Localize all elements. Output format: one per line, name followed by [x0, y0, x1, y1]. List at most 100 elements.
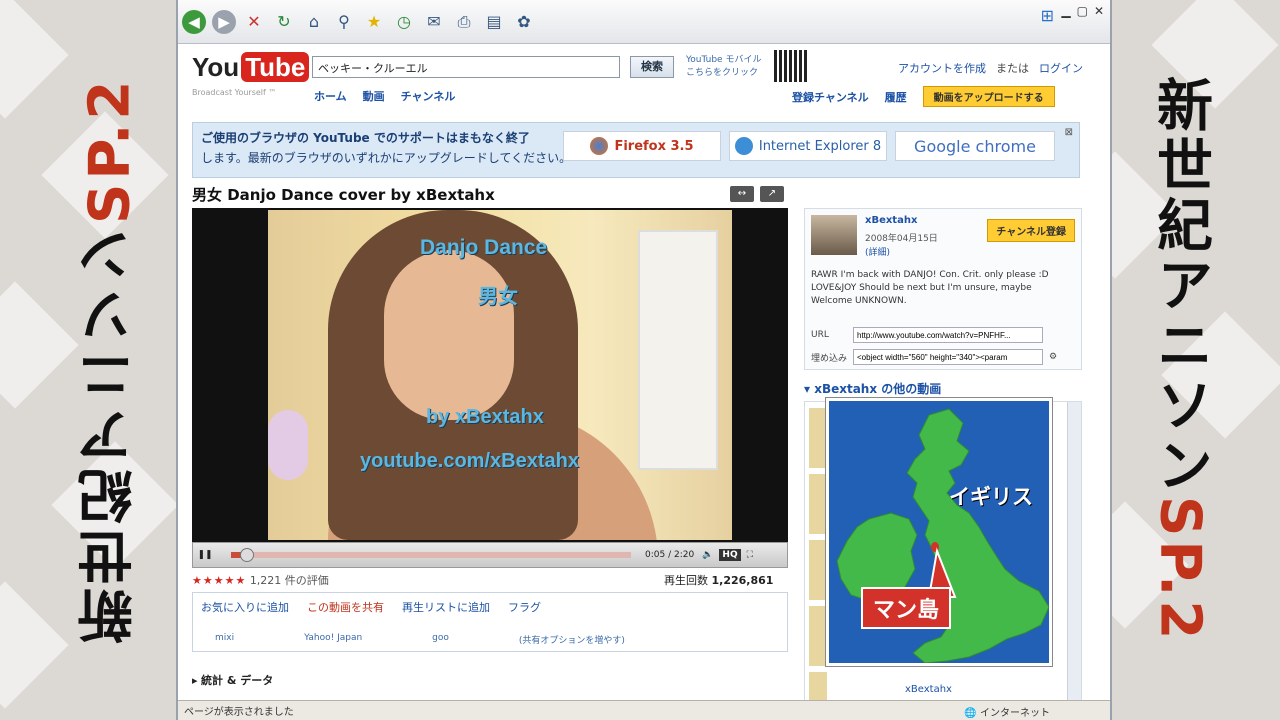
ie-button[interactable]: Internet Explorer 8 — [729, 131, 887, 161]
right-side-panel: 新世紀アニソン SP.2 — [1110, 0, 1280, 720]
volume-icon[interactable]: 🔈 — [702, 550, 713, 560]
status-text: ページが表示されました — [184, 707, 294, 718]
share-options: mixi Yahoo! Japan goo (共有オプションを増やす) — [193, 621, 787, 658]
channel-more-link[interactable]: (詳細) — [865, 245, 890, 258]
url-row: URL — [811, 327, 1043, 343]
search-icon[interactable]: ⚲ — [332, 10, 356, 34]
chrome-button[interactable]: Google chrome — [895, 131, 1055, 161]
add-favorite-tab[interactable]: お気に入りに追加 — [201, 599, 289, 615]
stop-icon[interactable]: ✕ — [242, 10, 266, 34]
subscribe-button[interactable]: チャンネル登録 — [987, 219, 1075, 242]
window-controls: ▁ ▢ ✕ — [1061, 4, 1104, 18]
banner-close-icon[interactable]: ⊠ — [1065, 127, 1073, 138]
video-thumbnail[interactable] — [809, 606, 827, 666]
popout-icon[interactable]: ↗ — [760, 186, 784, 202]
program-title-kanji: 新世紀アニソン — [1147, 76, 1213, 497]
edit-icon[interactable]: ▤ — [482, 10, 506, 34]
more-share-options[interactable]: (共有オプションを増やす) — [519, 633, 625, 646]
overlay-title: Danjo Dance — [420, 236, 548, 259]
progress-bar[interactable] — [231, 548, 631, 562]
messenger-icon[interactable]: ✿ — [512, 10, 536, 34]
windows-logo-icon: ⊞ — [1040, 6, 1054, 25]
embed-field[interactable] — [853, 349, 1043, 365]
firefox-label: Firefox 3.5 — [614, 138, 694, 154]
search-button[interactable]: 検索 — [630, 56, 674, 78]
fullscreen-icon[interactable]: ⛶ — [747, 550, 753, 560]
share-mixi[interactable]: mixi — [215, 633, 234, 646]
status-bar: ページが表示されました 🌐 インターネット — [178, 700, 1110, 720]
rating-stars-icon[interactable]: ★★★★★ — [192, 574, 246, 587]
stats-toggle[interactable]: ▸ 統計 & データ — [192, 672, 273, 688]
progress-knob[interactable] — [240, 548, 254, 562]
search-input[interactable]: ベッキー・クルーエル — [312, 56, 620, 78]
other-videos-header[interactable]: ▾ xBextahx の他の動画 — [804, 380, 1082, 397]
history-icon[interactable]: ◷ — [392, 10, 416, 34]
favorites-icon[interactable]: ★ — [362, 10, 386, 34]
video-thumbnail[interactable] — [809, 540, 827, 600]
list-item-author[interactable]: xBextahx — [905, 684, 952, 695]
rating-count: 1,221 件の評価 — [249, 574, 329, 587]
refresh-icon[interactable]: ↻ — [272, 10, 296, 34]
video-thumbnail[interactable] — [809, 408, 827, 468]
history-link[interactable]: 履歴 — [885, 89, 907, 105]
channel-name[interactable]: xBextahx — [865, 215, 917, 226]
player-controls: ❚❚ 0:05 / 2:20 🔈 HQ ⛶ — [192, 542, 788, 568]
video-thumbnail[interactable] — [809, 474, 827, 534]
banner-line1: ご使用のブラウザの YouTube でのサポートはまもなく終了 — [201, 131, 530, 145]
subscriptions-link[interactable]: 登録チャンネル — [792, 89, 869, 105]
overlay-author: by xBextahx — [426, 406, 544, 428]
upload-button[interactable]: 動画をアップロードする — [922, 86, 1055, 107]
nav-channels[interactable]: チャンネル — [401, 88, 456, 104]
hq-button[interactable]: HQ — [719, 549, 741, 561]
mobile-line2: こちらをクリック — [686, 68, 759, 78]
zone-text: インターネット — [980, 708, 1050, 719]
video-player[interactable]: Danjo Dance 男女 by xBextahx youtube.com/x… — [192, 208, 788, 542]
maximize-icon[interactable]: ▢ — [1077, 4, 1088, 18]
decor-diamond — [0, 581, 69, 709]
share-yahoo[interactable]: Yahoo! Japan — [304, 633, 362, 646]
login-link[interactable]: ログイン — [1039, 60, 1083, 76]
forward-icon[interactable]: ▶ — [212, 9, 236, 34]
youtube-logo[interactable]: You Tube — [192, 52, 310, 83]
decor-diamond — [0, 0, 69, 119]
share-goo[interactable]: goo — [432, 633, 449, 646]
list-scrollbar[interactable] — [1067, 402, 1081, 700]
browser-upgrade-banner: ご使用のブラウザの YouTube でのサポートはまもなく終了 します。最新のブ… — [192, 122, 1080, 178]
video-thumbnail[interactable] — [809, 672, 827, 700]
ie-icon — [734, 137, 753, 155]
overlay-kanji: 男女 — [478, 286, 518, 308]
pause-icon[interactable]: ❚❚ — [193, 550, 217, 560]
back-icon[interactable]: ◀ — [182, 9, 206, 34]
print-icon[interactable]: ⎙ — [452, 10, 476, 34]
nav-videos[interactable]: 動画 — [363, 88, 385, 104]
logo-you: You — [192, 52, 240, 82]
youtube-tagline: Broadcast Yourself ™ — [192, 88, 277, 97]
firefox-button[interactable]: Firefox 3.5 — [563, 131, 721, 161]
qr-code-icon — [774, 50, 808, 82]
program-title-sp: SP.2 — [77, 76, 143, 224]
minimize-icon[interactable]: ▁ — [1061, 4, 1070, 18]
left-side-panel: 新世紀アニソン SP.2 — [0, 0, 176, 720]
mobile-link[interactable]: YouTube モバイル こちらをクリック — [686, 54, 761, 80]
gear-icon[interactable]: ⚙ — [1049, 352, 1057, 362]
stats-label: 統計 & データ — [201, 674, 274, 687]
channel-avatar[interactable] — [811, 215, 857, 255]
banner-line2: します。最新のブラウザのいずれかにアップグレードしてください。 — [201, 151, 572, 165]
mail-icon[interactable]: ✉ — [422, 10, 446, 34]
close-window-icon[interactable]: ✕ — [1094, 4, 1104, 18]
share-tab[interactable]: この動画を共有 — [307, 599, 384, 615]
url-label: URL — [811, 330, 829, 340]
video-scene-door — [638, 230, 718, 470]
actions-tabs: お気に入りに追加 この動画を共有 再生リストに追加 フラグ — [193, 593, 787, 621]
home-icon[interactable]: ⌂ — [302, 10, 326, 34]
flag-tab[interactable]: フラグ — [508, 599, 541, 615]
overlay-url: youtube.com/xBextahx — [360, 450, 579, 472]
add-playlist-tab[interactable]: 再生リストに追加 — [402, 599, 490, 615]
url-field[interactable] — [853, 327, 1043, 343]
create-account-link[interactable]: アカウントを作成 — [898, 60, 986, 76]
ie-label: Internet Explorer 8 — [758, 138, 882, 154]
nav-home[interactable]: ホーム — [314, 88, 347, 104]
program-title-sp: SP.2 — [1147, 496, 1213, 644]
expand-icon[interactable]: ↔ — [730, 186, 754, 202]
video-time: 0:05 / 2:20 — [645, 550, 695, 560]
